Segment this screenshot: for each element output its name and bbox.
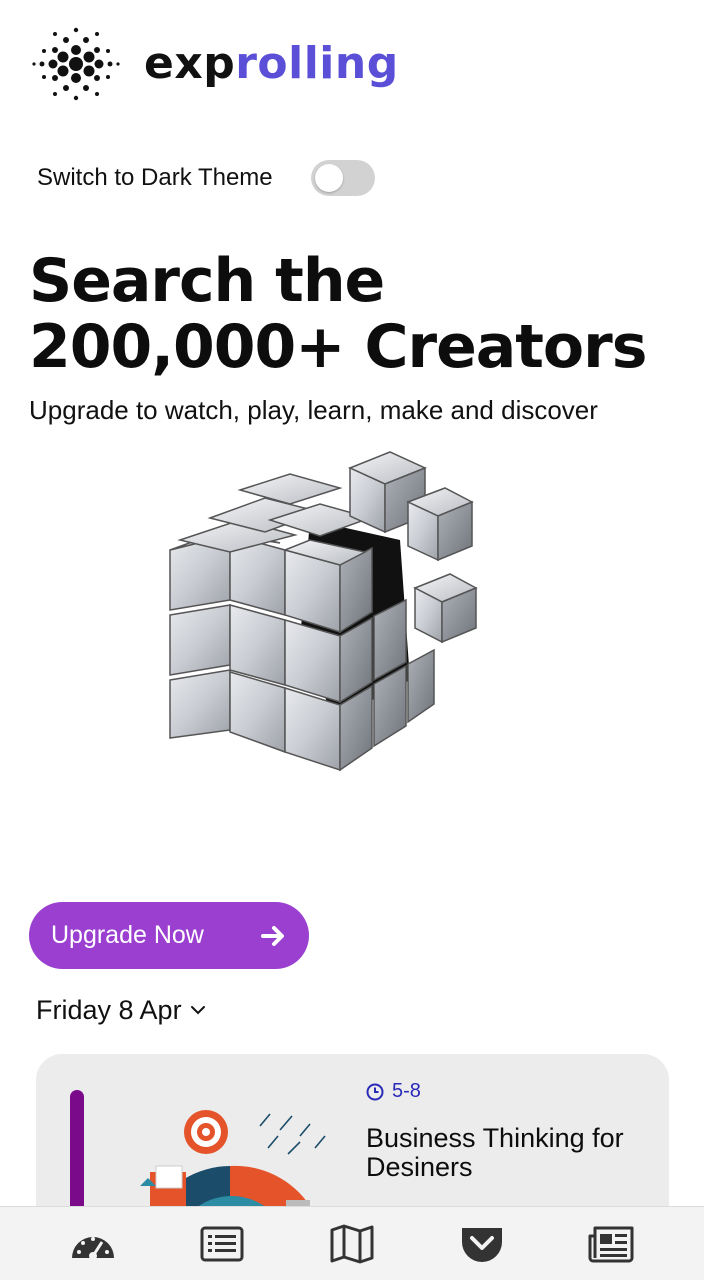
- theme-switch-label: Switch to Dark Theme: [37, 164, 273, 191]
- arrow-right-icon: [261, 925, 284, 946]
- upgrade-now-button[interactable]: Upgrade Now: [29, 902, 309, 969]
- card-title[interactable]: Business Thinking for Desiners: [366, 1124, 656, 1182]
- bottom-nav: [0, 1206, 704, 1280]
- brand-name-part2: rolling: [235, 38, 399, 89]
- metal-cube-illustration: [169, 451, 478, 772]
- pocket-icon: [461, 1227, 502, 1262]
- hero-title-line1: Search the: [29, 246, 385, 316]
- hero-subtitle: Upgrade to watch, play, learn, make and …: [29, 395, 598, 425]
- hero-title-line2: 200,000+ Creators: [29, 312, 647, 382]
- newspaper-icon: [588, 1226, 634, 1262]
- map-icon: [330, 1224, 374, 1263]
- clock-icon: [366, 1083, 384, 1100]
- nav-item-news[interactable]: [571, 1214, 651, 1274]
- nav-item-map[interactable]: [312, 1214, 392, 1274]
- logo-icon[interactable]: [30, 24, 122, 104]
- toggle-knob: [314, 164, 343, 192]
- brand-name-part1: exp: [144, 38, 236, 89]
- nav-item-dashboard[interactable]: [53, 1214, 133, 1274]
- card-time: 5-8: [366, 1080, 421, 1103]
- upgrade-now-label: Upgrade Now: [51, 921, 204, 949]
- chevron-down-icon: [190, 1006, 205, 1015]
- brand-name[interactable]: exprolling: [144, 42, 399, 86]
- theme-switch-row: Switch to Dark Theme: [37, 158, 375, 198]
- date-selector[interactable]: Friday 8 Apr: [36, 990, 206, 1030]
- app-header: exprolling: [30, 24, 399, 104]
- dark-theme-toggle[interactable]: [310, 160, 375, 196]
- nav-item-list[interactable]: [182, 1214, 262, 1274]
- hero-title: Search the 200,000+ Creators: [29, 248, 689, 380]
- list-icon: [200, 1226, 244, 1261]
- dashboard-gauge-icon: [71, 1236, 114, 1260]
- card-time-text: 5-8: [392, 1080, 421, 1102]
- nav-item-pocket[interactable]: [442, 1214, 522, 1274]
- date-selector-value: Friday 8 Apr: [36, 994, 182, 1025]
